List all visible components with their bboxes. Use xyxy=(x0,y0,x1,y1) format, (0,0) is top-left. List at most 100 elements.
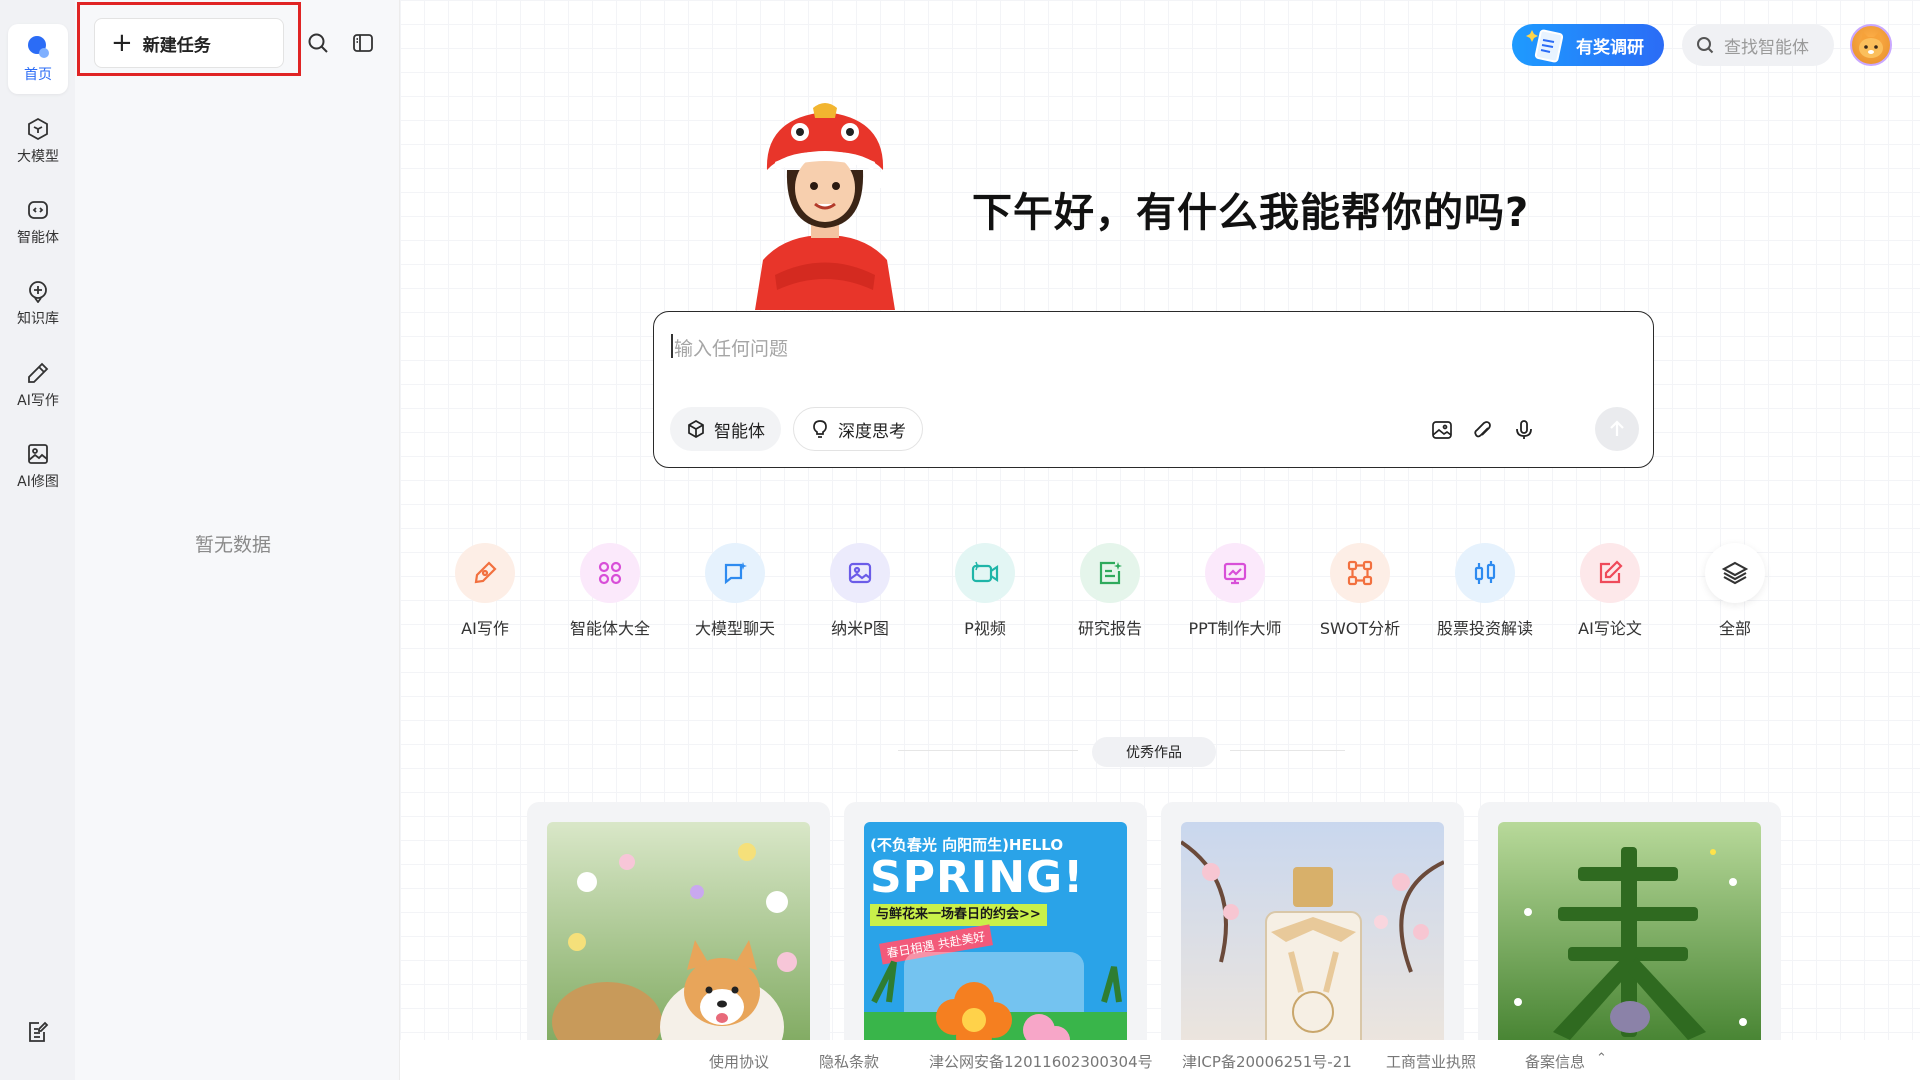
rail-label: 首页 xyxy=(24,67,52,83)
send-button[interactable] xyxy=(1595,407,1639,451)
pen-icon xyxy=(455,543,515,603)
empty-state: 暂无数据 xyxy=(195,534,272,556)
video-icon xyxy=(955,543,1015,603)
grass-spring-image xyxy=(1498,822,1761,1062)
shortcut-nano-image[interactable]: 纳米P图 xyxy=(800,543,920,639)
footer-link-terms[interactable]: 使用协议 xyxy=(709,1051,769,1072)
chat-icon xyxy=(705,543,765,603)
footer-link-police-record[interactable]: 津公网安备12011602300304号 xyxy=(929,1051,1153,1072)
knowledge-icon xyxy=(25,278,51,304)
poster-line2: SPRING! xyxy=(870,852,1085,903)
shortcut-swot[interactable]: SWOT分析 xyxy=(1300,543,1420,639)
paper-icon xyxy=(1580,543,1640,603)
mascot-illustration xyxy=(755,103,895,310)
shortcut-label: 全部 xyxy=(1718,619,1751,638)
deep-thinking-label: 深度思考 xyxy=(838,421,906,442)
shortcut-model-chat[interactable]: 大模型聊天 xyxy=(675,543,795,639)
footer-link-icp[interactable]: 津ICP备20006251号-21 xyxy=(1182,1051,1352,1072)
perfume-image xyxy=(1181,822,1444,1062)
shortcut-label: 大模型聊天 xyxy=(694,619,775,638)
swot-icon xyxy=(1330,543,1390,603)
ppt-icon xyxy=(1205,543,1265,603)
agent-search-input[interactable]: 查找智能体 xyxy=(1682,24,1834,66)
shortcut-ai-paper[interactable]: AI写论文 xyxy=(1550,543,1670,639)
attachment-icon[interactable] xyxy=(1471,418,1495,442)
shortcut-ppt-master[interactable]: PPT制作大师 xyxy=(1175,543,1295,639)
showcase-card[interactable] xyxy=(1478,802,1781,1062)
rail-item-home[interactable]: 首页 xyxy=(8,24,68,94)
showcase-card[interactable] xyxy=(1161,802,1464,1062)
image-icon xyxy=(25,441,51,467)
arrow-up-icon xyxy=(1610,420,1624,436)
shortcut-label: 纳米P图 xyxy=(831,619,889,638)
footer-link-privacy[interactable]: 隐私条款 xyxy=(819,1051,879,1072)
stock-icon xyxy=(1455,543,1515,603)
showcase-title: 优秀作品 xyxy=(1092,737,1216,767)
plus-icon: + xyxy=(111,28,133,58)
shortcut-ai-writing[interactable]: AI写作 xyxy=(425,543,545,639)
shortcut-p-video[interactable]: P视频 xyxy=(925,543,1045,639)
showcase-card[interactable] xyxy=(527,802,830,1062)
shortcut-agent-list[interactable]: 智能体大全 xyxy=(550,543,670,639)
divider-line xyxy=(1230,750,1345,751)
rail-label: AI修图 xyxy=(17,474,59,490)
divider-line xyxy=(898,750,1078,751)
hello-spring-poster: (不负春光 向阳而生)HELLO SPRING! 与鲜花来一场春日的约会>> 春… xyxy=(864,822,1127,1062)
bulb-icon xyxy=(813,420,827,438)
new-task-button[interactable]: + 新建任务 xyxy=(94,18,284,68)
sidebar-toggle-icon[interactable] xyxy=(350,30,376,56)
footer xyxy=(400,1040,1920,1080)
shortcut-research-report[interactable]: 研究报告 xyxy=(1050,543,1170,639)
rail-label: 智能体 xyxy=(17,230,59,246)
chat-input-placeholder[interactable]: 输入任何问题 xyxy=(670,334,788,361)
rail-item-model[interactable]: 大模型 xyxy=(8,106,68,176)
footer-link-business-license[interactable]: 工商营业执照 xyxy=(1386,1051,1476,1072)
rail-item-ai-retouch[interactable]: AI修图 xyxy=(8,431,68,501)
shortcut-label: P视频 xyxy=(964,619,1006,638)
cube-icon xyxy=(688,420,704,438)
search-icon xyxy=(1697,37,1714,54)
shortcut-stock-analysis[interactable]: 股票投资解读 xyxy=(1425,543,1545,639)
shortcut-label: 智能体大全 xyxy=(569,619,650,638)
chat-input-box[interactable]: 输入任何问题 智能体 深度思考 xyxy=(653,311,1654,468)
agent-chip-label: 智能体 xyxy=(714,421,765,442)
pen-icon xyxy=(25,360,51,386)
shortcut-all[interactable]: 全部 xyxy=(1675,543,1795,639)
home-icon xyxy=(25,34,51,60)
shortcut-label: 股票投资解读 xyxy=(1436,619,1533,638)
agent-chip-button[interactable]: 智能体 xyxy=(670,407,781,451)
microphone-icon[interactable] xyxy=(1512,418,1536,442)
survey-icon xyxy=(1526,29,1564,63)
agent-search-placeholder: 查找智能体 xyxy=(1724,37,1809,58)
image-upload-icon[interactable] xyxy=(1430,418,1454,442)
photo-icon xyxy=(830,543,890,603)
shortcut-label: 研究报告 xyxy=(1077,619,1142,638)
agent-icon xyxy=(25,197,51,223)
showcase-card[interactable]: (不负春光 向阳而生)HELLO SPRING! 与鲜花来一场春日的约会>> 春… xyxy=(844,802,1147,1062)
deep-thinking-button[interactable]: 深度思考 xyxy=(793,407,923,451)
layers-icon xyxy=(1705,543,1765,603)
avatar-cat-icon xyxy=(1859,32,1883,58)
puppy-flowers-image xyxy=(547,822,810,1062)
shortcut-label: PPT制作大师 xyxy=(1188,619,1282,638)
model-icon xyxy=(25,116,51,142)
rail-label: 知识库 xyxy=(17,311,59,327)
user-avatar[interactable] xyxy=(1850,24,1892,66)
shortcut-label: AI写作 xyxy=(461,619,509,638)
greeting-title: 下午好，有什么我能帮你的吗? xyxy=(972,190,1530,236)
shortcut-label: AI写论文 xyxy=(1578,619,1642,638)
rail-label: AI写作 xyxy=(17,393,59,409)
survey-label: 有奖调研 xyxy=(1576,37,1644,58)
survey-button[interactable]: 有奖调研 xyxy=(1512,24,1664,66)
chevron-up-icon[interactable]: ⌃ xyxy=(1596,1051,1607,1066)
rail-item-ai-writing[interactable]: AI写作 xyxy=(8,350,68,420)
rail-item-knowledge[interactable]: 知识库 xyxy=(8,268,68,338)
left-rail: 首页 大模型 智能体 知识库 AI写作 AI修图 xyxy=(0,0,75,1080)
poster-line3: 与鲜花来一场春日的约会>> xyxy=(870,904,1047,926)
footer-link-filing-info[interactable]: 备案信息 xyxy=(1525,1051,1585,1072)
shortcut-label: SWOT分析 xyxy=(1319,619,1401,638)
search-icon[interactable] xyxy=(305,30,331,56)
notes-icon[interactable] xyxy=(22,1016,54,1048)
rail-item-agent[interactable]: 智能体 xyxy=(8,187,68,257)
rail-label: 大模型 xyxy=(17,149,59,165)
